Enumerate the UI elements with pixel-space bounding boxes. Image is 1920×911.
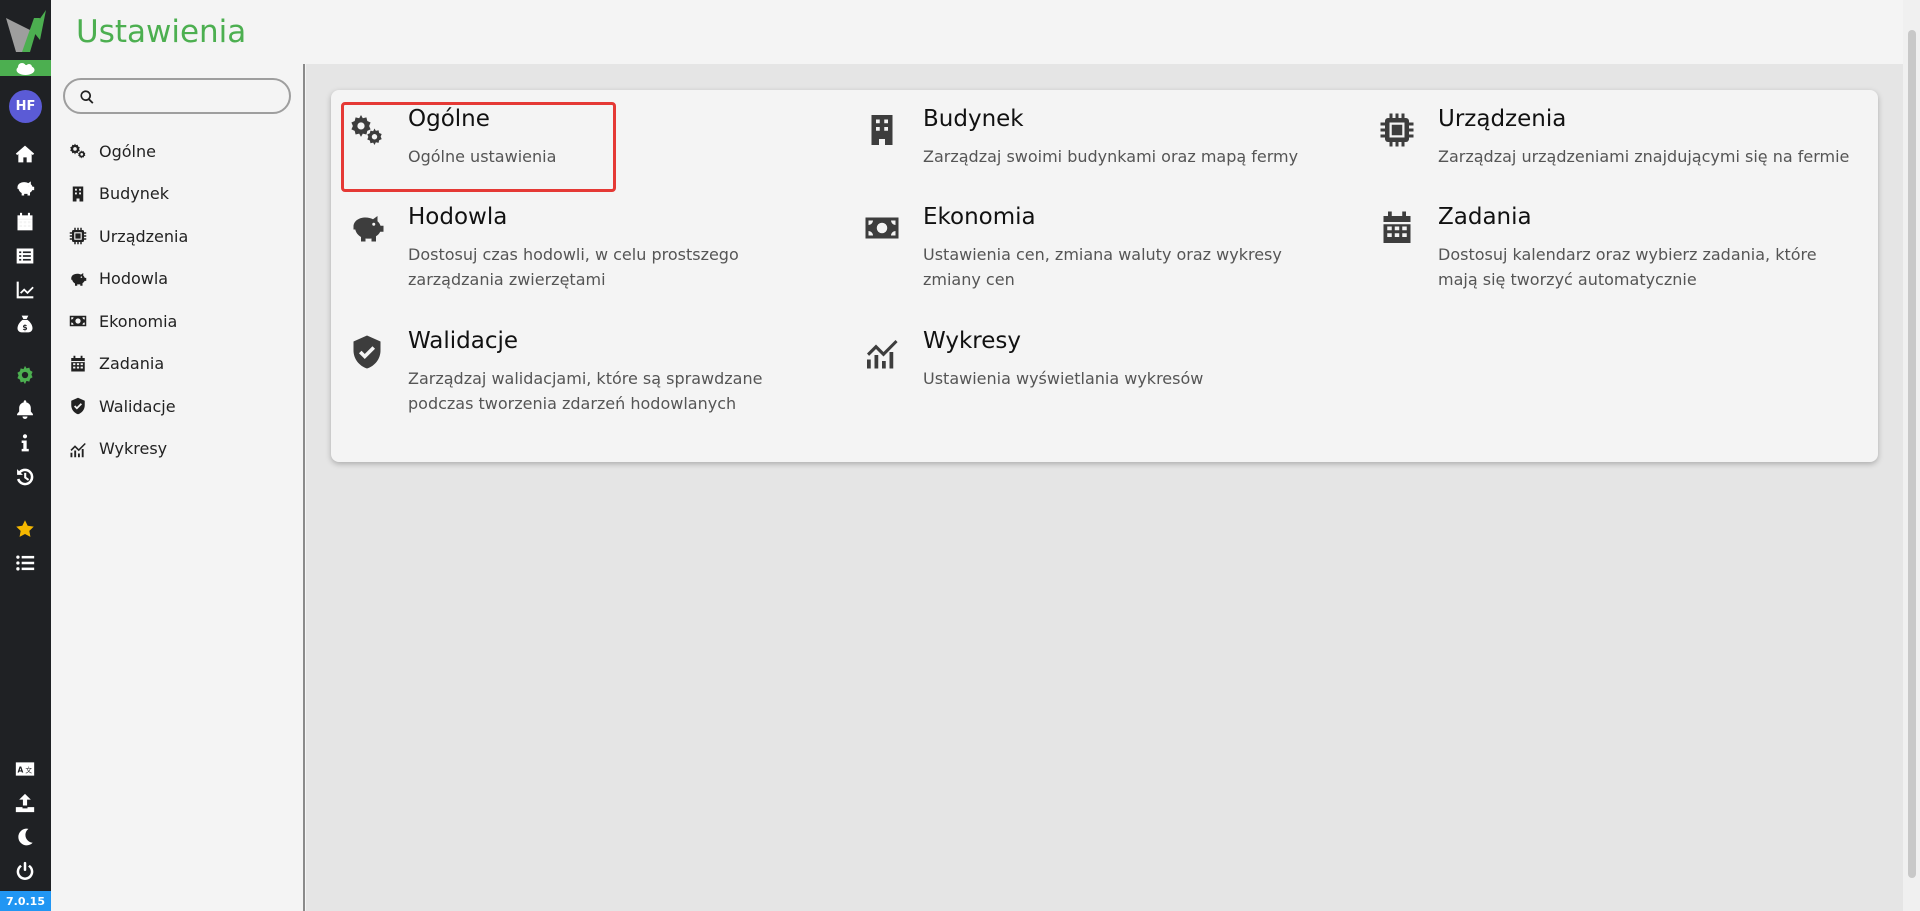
building-icon [69, 185, 87, 203]
shield-check-icon [69, 397, 87, 415]
tile-description: Dostosuj kalendarz oraz wybierz zadania,… [1438, 245, 1817, 289]
icon-rail: HF 7.0.15 [0, 0, 51, 911]
tile-description: Zarządzaj walidacjami, które są sprawdza… [408, 369, 763, 413]
tile-title: Ekonomia [923, 204, 1036, 230]
vertical-scrollbar[interactable] [1903, 0, 1920, 911]
tile-description: Zarządzaj urządzeniami znajdującymi się … [1438, 147, 1850, 166]
sidebar-item-label: Budynek [99, 184, 169, 204]
chart-bars-icon [860, 330, 904, 374]
money-bill-icon [69, 312, 87, 330]
search-input[interactable] [63, 78, 291, 114]
piggy-bank-icon [69, 270, 87, 288]
building-icon [860, 108, 904, 152]
chart-bars-icon [69, 440, 87, 458]
scrollbar-thumb[interactable] [1908, 30, 1916, 878]
gears-icon [69, 142, 87, 160]
piggy-bank-icon [345, 206, 389, 250]
logo-cloud-band [0, 60, 51, 76]
sidebar-item-walidacje[interactable]: Walidacje [69, 385, 188, 428]
main-content: Ogólne Ogólne ustawienia Budynek Zarządz… [306, 64, 1903, 911]
sidebar-item-label: Hodowla [99, 269, 169, 289]
search-icon [79, 89, 95, 105]
sidebar-item-hodowla[interactable]: Hodowla [69, 258, 188, 301]
user-avatar[interactable]: HF [9, 90, 42, 123]
home-icon[interactable] [12, 141, 38, 167]
sidebar-item-label: Zadania [99, 354, 165, 374]
piggy-bank-icon[interactable] [12, 175, 38, 201]
tile-title: Walidacje [408, 328, 519, 354]
money-bag-icon[interactable] [12, 311, 38, 337]
tile-title: Urządzenia [1438, 106, 1567, 132]
tile-title: Wykresy [923, 328, 1021, 354]
sidebar-item-zadania[interactable]: Zadania [69, 343, 188, 386]
tile-description: Ustawienia cen, zmiana waluty oraz wykre… [923, 245, 1282, 289]
tile-description: Zarządzaj swoimi budynkami oraz mapą fer… [923, 147, 1299, 166]
tile-title: Ogólne [408, 106, 490, 132]
sidebar-item-wykresy[interactable]: Wykresy [69, 428, 188, 471]
list-icon[interactable] [12, 243, 38, 269]
tile-description: Ogólne ustawienia [408, 147, 557, 166]
calendar-icon [69, 355, 87, 373]
tile-title: Hodowla [408, 204, 508, 230]
version-badge: 7.0.15 [0, 891, 51, 911]
settings-sidebar: Ogólne Budynek Urządzenia Hodowla Ekonom… [51, 64, 305, 911]
moon-icon[interactable] [12, 824, 38, 850]
shield-check-icon [345, 330, 389, 374]
tile-description: Ustawienia wyświetlania wykresów [923, 369, 1204, 388]
bell-icon[interactable] [12, 396, 38, 422]
calendar-icon [1375, 206, 1419, 250]
power-icon[interactable] [12, 858, 38, 884]
star-icon[interactable] [12, 516, 38, 542]
calendar-icon[interactable] [12, 209, 38, 235]
sidebar-item-budynek[interactable]: Budynek [69, 173, 188, 216]
sidebar-item-label: Walidacje [99, 396, 176, 416]
info-icon[interactable] [12, 430, 38, 456]
chip-icon [69, 227, 87, 245]
settings-card: Ogólne Ogólne ustawienia Budynek Zarządz… [331, 90, 1878, 462]
sidebar-item-ekonomia[interactable]: Ekonomia [69, 300, 188, 343]
sidebar-item-label: Urządzenia [99, 226, 189, 246]
settings-menu: Ogólne Budynek Urządzenia Hodowla Ekonom… [69, 130, 188, 470]
language-icon[interactable] [12, 756, 38, 782]
tile-title: Zadania [1438, 204, 1532, 230]
page-title: Ustawienia [76, 14, 247, 50]
money-bill-icon [860, 206, 904, 250]
list-ul-icon[interactable] [12, 550, 38, 576]
app-logo[interactable] [0, 0, 51, 60]
sidebar-item-label: Ogólne [99, 141, 156, 161]
sidebar-item-urzadzenia[interactable]: Urządzenia [69, 215, 188, 258]
chip-icon [1375, 108, 1419, 152]
chart-line-icon[interactable] [12, 277, 38, 303]
history-icon[interactable] [12, 464, 38, 490]
sidebar-item-label: Wykresy [99, 439, 168, 459]
sidebar-item-ogolne[interactable]: Ogólne [69, 130, 188, 173]
tile-description: Dostosuj czas hodowli, w celu prostszego… [408, 245, 739, 289]
gears-icon [345, 108, 389, 152]
upload-icon[interactable] [12, 790, 38, 816]
gear-icon[interactable] [12, 362, 38, 388]
sidebar-item-label: Ekonomia [99, 311, 178, 331]
tile-title: Budynek [923, 106, 1024, 132]
